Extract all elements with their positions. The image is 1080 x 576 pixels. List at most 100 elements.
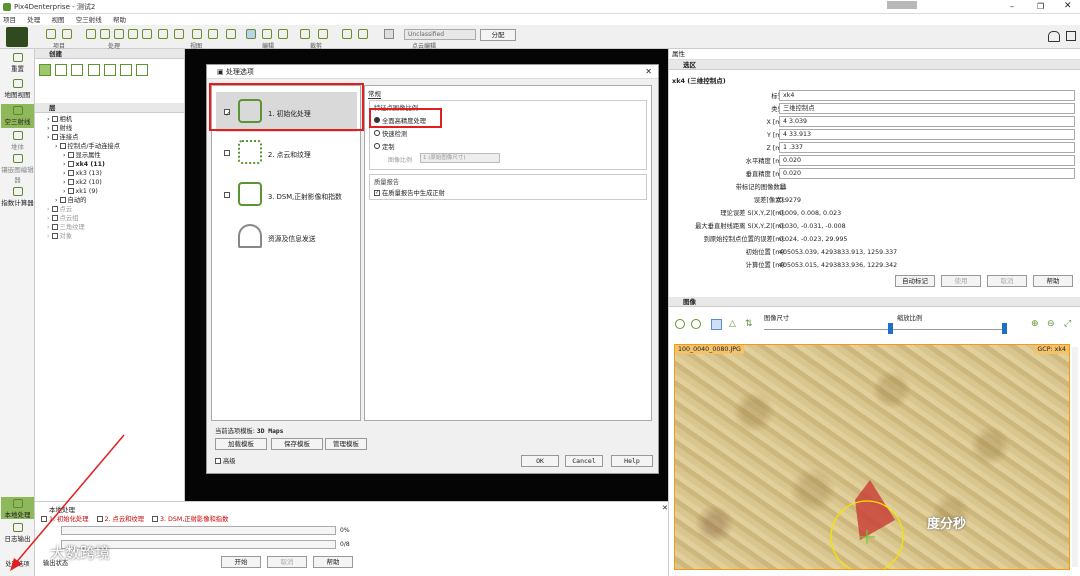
layer-item[interactable]: › 自动的 — [35, 196, 184, 205]
image-viewer[interactable]: 100_0040_0080.JPG GCP: xk4 度分秒 — [674, 344, 1070, 570]
collapse-icon[interactable] — [208, 29, 218, 39]
zoom-out-icon[interactable]: ⊖ — [1047, 319, 1055, 329]
box-icon[interactable] — [318, 29, 328, 39]
layer-item[interactable]: › 点云组 — [35, 214, 184, 223]
nav-mapview[interactable]: 地图视图 — [1, 79, 34, 99]
layer-checkbox[interactable] — [59, 143, 66, 149]
layer-checkbox[interactable] — [67, 188, 74, 194]
props-help-button[interactable]: 帮助 — [1033, 275, 1073, 287]
layer-checkbox[interactable] — [67, 161, 74, 167]
create-tool-7[interactable] — [136, 64, 149, 76]
step-dsm[interactable]: 3. DSM,正射影像和指数 — [216, 175, 357, 215]
dialog-close-icon[interactable]: ✕ — [645, 65, 652, 79]
layer-item[interactable]: › 三角纹理 — [35, 223, 184, 232]
layer-checkbox[interactable] — [51, 125, 58, 131]
selection-header[interactable]: 选区 — [669, 60, 1080, 70]
run-icon[interactable] — [114, 29, 124, 39]
classification-select[interactable]: Unclassified — [404, 29, 476, 40]
image-scale-select[interactable]: 1 (原始图像尺寸) — [420, 153, 500, 163]
menu-help[interactable]: 帮助 — [113, 14, 126, 24]
layer-checkbox[interactable] — [51, 233, 58, 239]
menu-project[interactable]: 项目 — [3, 14, 16, 24]
create-header[interactable]: 创建 — [35, 49, 184, 59]
image-scrollbar[interactable] — [1072, 347, 1078, 567]
layer-item[interactable]: › 显示属性 — [35, 151, 184, 160]
props-cancel-button[interactable]: 取消 — [987, 275, 1027, 287]
help-button[interactable]: Help — [611, 455, 653, 467]
layer-item[interactable]: › 控制点/手动连接点 — [35, 142, 184, 151]
create-tool-1[interactable] — [39, 64, 51, 76]
property-input[interactable]: 0.020 — [779, 155, 1075, 166]
layer-checkbox[interactable] — [51, 206, 58, 212]
cancel-button[interactable]: Cancel — [565, 455, 603, 467]
create-tool-4[interactable] — [87, 64, 100, 76]
step-pointcloud[interactable]: 2. 点云和纹理 — [216, 133, 357, 173]
nav-reset[interactable]: 重置 — [1, 53, 34, 73]
close-icon[interactable]: ✕ — [1064, 1, 1072, 11]
minimize-icon[interactable]: – — [1010, 2, 1014, 11]
crop-icon[interactable] — [300, 29, 310, 39]
auto-mark-button[interactable]: 自动标记 — [895, 275, 935, 287]
layer-checkbox[interactable] — [51, 134, 58, 140]
layer-item[interactable]: › 相机 — [35, 115, 184, 124]
ok-button[interactable]: OK — [521, 455, 559, 467]
layer-item[interactable]: › xk2 (10) — [35, 178, 184, 187]
panel-close-icon[interactable]: ✕ — [662, 504, 668, 512]
nav-index-calculator[interactable]: 指数计算器 — [1, 187, 34, 207]
lp-step3-checkbox[interactable] — [152, 516, 159, 522]
layer-item[interactable]: › 对象 — [35, 232, 184, 241]
zoom-in-icon[interactable] — [158, 29, 168, 39]
size-slider-handle[interactable] — [888, 323, 893, 334]
property-input[interactable]: 三维控制点 — [779, 103, 1075, 114]
lp-cancel-button[interactable]: 取消 — [267, 556, 307, 568]
assign-button[interactable]: 分配 — [480, 29, 516, 41]
step-resources[interactable]: 资源及信息发送 — [216, 217, 357, 257]
gcp-icon[interactable] — [62, 29, 72, 39]
layer-checkbox[interactable] — [51, 224, 58, 230]
load-template-button[interactable]: 加载模板 — [215, 438, 267, 450]
property-input[interactable]: 0.020 — [779, 168, 1075, 179]
layer-item[interactable]: › xk4 (11) — [35, 160, 184, 169]
color-swatch[interactable] — [384, 29, 394, 39]
sort-az-icon[interactable]: ⇅ — [745, 319, 753, 329]
maximize-icon[interactable]: ❐ — [1037, 2, 1044, 11]
layer-checkbox[interactable] — [67, 152, 74, 158]
create-tool-5[interactable] — [103, 64, 116, 76]
nav-rayview[interactable]: 空三射线 — [1, 104, 34, 128]
measure-icon[interactable] — [278, 29, 288, 39]
layer-item[interactable]: › 点云 — [35, 205, 184, 214]
property-input[interactable]: 1 .337 — [779, 142, 1075, 153]
create-tool-2[interactable] — [55, 64, 68, 76]
nav-volumes[interactable]: 堆体 — [1, 131, 34, 151]
layers-header[interactable]: 层 — [35, 103, 184, 113]
delete-icon[interactable] — [358, 29, 368, 39]
size-slider-track[interactable] — [764, 329, 1004, 330]
nav-mosaic-editor[interactable]: 镶嵌图编辑器 — [1, 154, 34, 184]
unlink-icon[interactable] — [691, 319, 701, 329]
property-input[interactable]: 4 3.039 — [779, 116, 1075, 127]
radio-fast[interactable]: 快速检测 — [374, 129, 407, 138]
brush-icon[interactable] — [342, 29, 352, 39]
step3-checkbox[interactable] — [224, 192, 230, 198]
create-tool-3[interactable] — [71, 64, 84, 76]
layer-item[interactable]: › xk3 (13) — [35, 169, 184, 178]
layer-item[interactable]: › 射线 — [35, 124, 184, 133]
layer-checkbox[interactable] — [67, 170, 74, 176]
zoom-slider-handle[interactable] — [1002, 323, 1007, 334]
apply-button[interactable]: 使用 — [941, 275, 981, 287]
create-tool-6[interactable] — [120, 64, 133, 76]
start-button[interactable]: 开始 — [221, 556, 261, 568]
nav-icon[interactable] — [226, 29, 236, 39]
table-icon[interactable] — [142, 29, 152, 39]
save-template-button[interactable]: 保存模板 — [271, 438, 323, 450]
report-icon[interactable] — [128, 29, 138, 39]
images-header[interactable]: 图像 — [669, 297, 1080, 307]
project-icon[interactable] — [46, 29, 56, 39]
options-icon[interactable] — [100, 29, 110, 39]
layer-checkbox[interactable] — [51, 215, 58, 221]
select-icon[interactable] — [246, 29, 256, 39]
tab-general[interactable]: 常规 — [368, 88, 381, 99]
lp-help-button[interactable]: 帮助 — [313, 556, 353, 568]
fit-icon[interactable] — [192, 29, 202, 39]
layer-checkbox[interactable] — [59, 197, 66, 203]
